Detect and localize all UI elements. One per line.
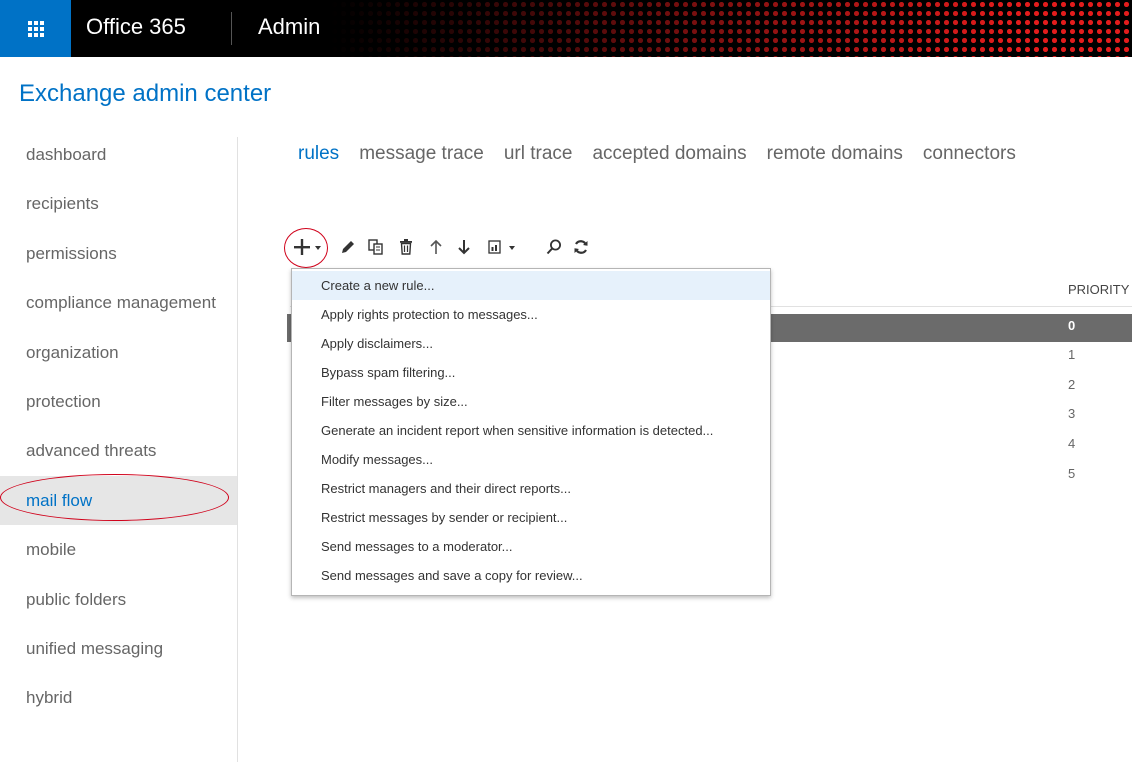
nav-item-public-folders[interactable]: public folders [0, 575, 238, 624]
waffle-icon [27, 20, 44, 37]
delete-icon [400, 239, 412, 255]
top-bar: Office 365 Admin [0, 0, 1132, 57]
tab-remote-domains[interactable]: remote domains [767, 143, 903, 165]
menu-item-create-new-rule[interactable]: Create a new rule... [292, 271, 770, 300]
edit-icon [342, 241, 354, 253]
nav-divider [237, 137, 238, 762]
menu-item-incident-report[interactable]: Generate an incident report when sensiti… [292, 416, 770, 445]
app-launcher-button[interactable] [0, 0, 71, 57]
move-up-button[interactable] [426, 232, 446, 262]
tab-url-trace[interactable]: url trace [504, 143, 573, 165]
move-down-icon [458, 240, 470, 255]
tab-rules[interactable]: rules [298, 143, 339, 165]
app-name[interactable]: Admin [258, 14, 320, 40]
nav-item-mobile[interactable]: mobile [0, 525, 238, 574]
menu-item-bypass-spam-filtering[interactable]: Bypass spam filtering... [292, 358, 770, 387]
priority-value: 4 [1068, 436, 1076, 451]
menu-item-apply-rights-protection[interactable]: Apply rights protection to messages... [292, 300, 770, 329]
menu-item-filter-by-size[interactable]: Filter messages by size... [292, 387, 770, 416]
tab-accepted-domains[interactable]: accepted domains [592, 143, 746, 165]
tab-bar: rules message trace url trace accepted d… [298, 143, 1016, 165]
nav-item-permissions[interactable]: permissions [0, 229, 238, 278]
nav-item-recipients[interactable]: recipients [0, 179, 238, 228]
nav-item-unified-messaging[interactable]: unified messaging [0, 624, 238, 673]
export-icon [488, 240, 515, 254]
menu-item-restrict-managers[interactable]: Restrict managers and their direct repor… [292, 474, 770, 503]
priority-value: 1 [1068, 347, 1076, 362]
nav-item-advanced-threats[interactable]: advanced threats [0, 426, 238, 475]
add-icon [294, 239, 321, 255]
add-button[interactable] [290, 232, 326, 262]
tab-message-trace[interactable]: message trace [359, 143, 484, 165]
refresh-button[interactable] [570, 232, 592, 262]
export-button[interactable] [486, 232, 522, 262]
priority-value: 5 [1068, 466, 1076, 481]
banner-pattern [330, 0, 1132, 57]
copy-icon [368, 239, 383, 255]
search-button[interactable] [544, 232, 564, 262]
menu-item-modify-messages[interactable]: Modify messages... [292, 445, 770, 474]
nav-item-mail-flow[interactable]: mail flow [0, 475, 238, 526]
column-header-priority[interactable]: PRIORITY [1068, 282, 1129, 297]
new-rule-menu: Create a new rule... Apply rights protec… [291, 268, 771, 596]
left-nav: dashboard recipients permissions complia… [0, 130, 238, 723]
brand-name[interactable]: Office 365 [86, 14, 186, 40]
refresh-icon [574, 240, 588, 254]
move-up-icon [430, 239, 442, 254]
edit-button[interactable] [338, 232, 358, 262]
nav-item-dashboard[interactable]: dashboard [0, 130, 238, 179]
move-down-button[interactable] [454, 232, 474, 262]
menu-item-restrict-sender-recipient[interactable]: Restrict messages by sender or recipient… [292, 503, 770, 532]
priority-value: 2 [1068, 377, 1076, 392]
priority-value: 0 [1068, 318, 1076, 333]
delete-button[interactable] [396, 232, 416, 262]
nav-item-hybrid[interactable]: hybrid [0, 673, 238, 722]
menu-item-send-and-save-copy[interactable]: Send messages and save a copy for review… [292, 561, 770, 590]
menu-item-apply-disclaimers[interactable]: Apply disclaimers... [292, 329, 770, 358]
nav-item-compliance-management[interactable]: compliance management [0, 278, 238, 327]
tab-connectors[interactable]: connectors [923, 143, 1016, 165]
search-icon [546, 239, 561, 255]
page-title: Exchange admin center [19, 80, 272, 107]
priority-value: 3 [1068, 406, 1076, 421]
copy-button[interactable] [366, 232, 386, 262]
nav-item-protection[interactable]: protection [0, 377, 238, 426]
header-divider [231, 12, 232, 45]
nav-item-organization[interactable]: organization [0, 328, 238, 377]
menu-item-send-to-moderator[interactable]: Send messages to a moderator... [292, 532, 770, 561]
